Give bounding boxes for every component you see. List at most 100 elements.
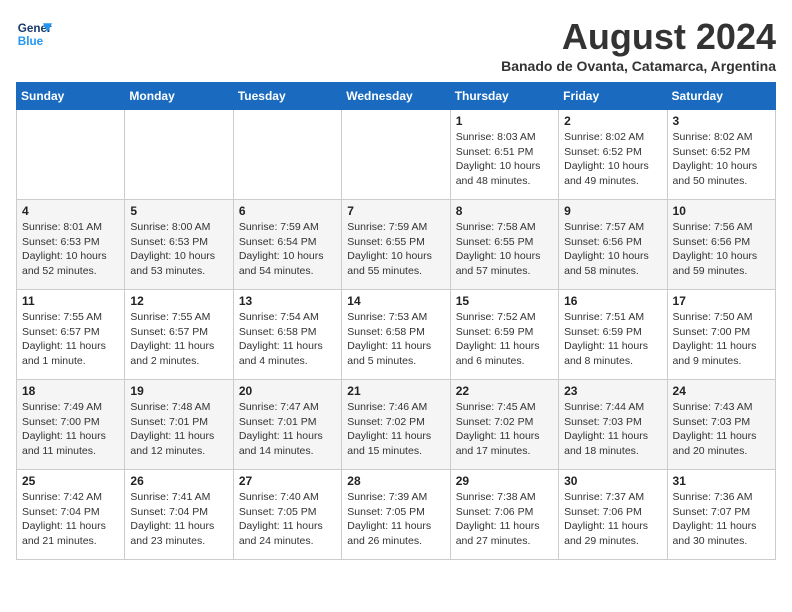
day-info: Sunrise: 7:38 AM Sunset: 7:06 PM Dayligh… (456, 490, 553, 549)
header-saturday: Saturday (667, 83, 775, 110)
sunrise-text: Sunrise: 7:55 AM (130, 311, 210, 323)
header-thursday: Thursday (450, 83, 558, 110)
day-number: 5 (130, 204, 227, 218)
daylight-text: Daylight: 11 hours and 12 minutes. (130, 430, 214, 457)
sunset-text: Sunset: 6:57 PM (130, 326, 208, 338)
sunrise-text: Sunrise: 7:58 AM (456, 221, 536, 233)
day-info: Sunrise: 7:55 AM Sunset: 6:57 PM Dayligh… (130, 310, 227, 369)
sunrise-text: Sunrise: 7:53 AM (347, 311, 427, 323)
day-number: 13 (239, 294, 336, 308)
daylight-text: Daylight: 11 hours and 6 minutes. (456, 340, 540, 367)
day-info: Sunrise: 7:59 AM Sunset: 6:54 PM Dayligh… (239, 220, 336, 279)
calendar-cell: 15 Sunrise: 7:52 AM Sunset: 6:59 PM Dayl… (450, 290, 558, 380)
sunrise-text: Sunrise: 7:59 AM (347, 221, 427, 233)
day-info: Sunrise: 8:02 AM Sunset: 6:52 PM Dayligh… (673, 130, 770, 189)
day-info: Sunrise: 7:58 AM Sunset: 6:55 PM Dayligh… (456, 220, 553, 279)
sunset-text: Sunset: 7:05 PM (347, 506, 425, 518)
calendar-cell: 12 Sunrise: 7:55 AM Sunset: 6:57 PM Dayl… (125, 290, 233, 380)
week-row-3: 11 Sunrise: 7:55 AM Sunset: 6:57 PM Dayl… (17, 290, 776, 380)
calendar-cell: 6 Sunrise: 7:59 AM Sunset: 6:54 PM Dayli… (233, 200, 341, 290)
calendar-cell: 11 Sunrise: 7:55 AM Sunset: 6:57 PM Dayl… (17, 290, 125, 380)
svg-text:Blue: Blue (18, 35, 44, 48)
daylight-text: Daylight: 10 hours and 53 minutes. (130, 250, 215, 277)
month-year-title: August 2024 (501, 16, 776, 58)
day-number: 28 (347, 474, 444, 488)
sunset-text: Sunset: 7:07 PM (673, 506, 751, 518)
sunset-text: Sunset: 6:53 PM (22, 236, 100, 248)
day-number: 9 (564, 204, 661, 218)
sunrise-text: Sunrise: 7:56 AM (673, 221, 753, 233)
sunrise-text: Sunrise: 7:57 AM (564, 221, 644, 233)
calendar-cell (125, 110, 233, 200)
sunset-text: Sunset: 6:51 PM (456, 146, 534, 158)
sunrise-text: Sunrise: 8:00 AM (130, 221, 210, 233)
week-row-1: 1 Sunrise: 8:03 AM Sunset: 6:51 PM Dayli… (17, 110, 776, 200)
week-row-5: 25 Sunrise: 7:42 AM Sunset: 7:04 PM Dayl… (17, 470, 776, 560)
day-info: Sunrise: 7:44 AM Sunset: 7:03 PM Dayligh… (564, 400, 661, 459)
calendar-cell (17, 110, 125, 200)
daylight-text: Daylight: 11 hours and 5 minutes. (347, 340, 431, 367)
daylight-text: Daylight: 10 hours and 49 minutes. (564, 160, 649, 187)
daylight-text: Daylight: 11 hours and 14 minutes. (239, 430, 323, 457)
daylight-text: Daylight: 11 hours and 9 minutes. (673, 340, 757, 367)
sunrise-text: Sunrise: 8:02 AM (673, 131, 753, 143)
page-header: General Blue August 2024 Banado de Ovant… (16, 16, 776, 74)
day-info: Sunrise: 7:50 AM Sunset: 7:00 PM Dayligh… (673, 310, 770, 369)
day-number: 25 (22, 474, 119, 488)
sunrise-text: Sunrise: 7:45 AM (456, 401, 536, 413)
day-number: 26 (130, 474, 227, 488)
sunrise-text: Sunrise: 7:55 AM (22, 311, 102, 323)
day-info: Sunrise: 7:43 AM Sunset: 7:03 PM Dayligh… (673, 400, 770, 459)
sunset-text: Sunset: 6:52 PM (673, 146, 751, 158)
daylight-text: Daylight: 11 hours and 23 minutes. (130, 520, 214, 547)
sunset-text: Sunset: 7:02 PM (347, 416, 425, 428)
day-number: 4 (22, 204, 119, 218)
calendar-cell: 9 Sunrise: 7:57 AM Sunset: 6:56 PM Dayli… (559, 200, 667, 290)
daylight-text: Daylight: 11 hours and 4 minutes. (239, 340, 323, 367)
daylight-text: Daylight: 11 hours and 18 minutes. (564, 430, 648, 457)
day-number: 21 (347, 384, 444, 398)
calendar-cell: 30 Sunrise: 7:37 AM Sunset: 7:06 PM Dayl… (559, 470, 667, 560)
sunset-text: Sunset: 6:56 PM (673, 236, 751, 248)
calendar-cell: 2 Sunrise: 8:02 AM Sunset: 6:52 PM Dayli… (559, 110, 667, 200)
day-info: Sunrise: 8:03 AM Sunset: 6:51 PM Dayligh… (456, 130, 553, 189)
sunset-text: Sunset: 6:54 PM (239, 236, 317, 248)
day-info: Sunrise: 7:49 AM Sunset: 7:00 PM Dayligh… (22, 400, 119, 459)
calendar-cell: 13 Sunrise: 7:54 AM Sunset: 6:58 PM Dayl… (233, 290, 341, 380)
daylight-text: Daylight: 11 hours and 2 minutes. (130, 340, 214, 367)
sunrise-text: Sunrise: 7:48 AM (130, 401, 210, 413)
day-number: 6 (239, 204, 336, 218)
sunrise-text: Sunrise: 8:03 AM (456, 131, 536, 143)
daylight-text: Daylight: 11 hours and 11 minutes. (22, 430, 106, 457)
day-number: 27 (239, 474, 336, 488)
sunrise-text: Sunrise: 7:49 AM (22, 401, 102, 413)
calendar-header-row: SundayMondayTuesdayWednesdayThursdayFrid… (17, 83, 776, 110)
day-info: Sunrise: 7:51 AM Sunset: 6:59 PM Dayligh… (564, 310, 661, 369)
calendar-cell: 1 Sunrise: 8:03 AM Sunset: 6:51 PM Dayli… (450, 110, 558, 200)
calendar-cell: 10 Sunrise: 7:56 AM Sunset: 6:56 PM Dayl… (667, 200, 775, 290)
day-info: Sunrise: 7:36 AM Sunset: 7:07 PM Dayligh… (673, 490, 770, 549)
day-number: 1 (456, 114, 553, 128)
calendar-cell: 8 Sunrise: 7:58 AM Sunset: 6:55 PM Dayli… (450, 200, 558, 290)
daylight-text: Daylight: 11 hours and 8 minutes. (564, 340, 648, 367)
sunrise-text: Sunrise: 8:02 AM (564, 131, 644, 143)
sunset-text: Sunset: 6:58 PM (239, 326, 317, 338)
day-number: 7 (347, 204, 444, 218)
sunrise-text: Sunrise: 7:41 AM (130, 491, 210, 503)
day-number: 30 (564, 474, 661, 488)
day-number: 29 (456, 474, 553, 488)
day-info: Sunrise: 7:41 AM Sunset: 7:04 PM Dayligh… (130, 490, 227, 549)
sunrise-text: Sunrise: 7:47 AM (239, 401, 319, 413)
header-monday: Monday (125, 83, 233, 110)
sunset-text: Sunset: 7:04 PM (130, 506, 208, 518)
daylight-text: Daylight: 10 hours and 57 minutes. (456, 250, 541, 277)
day-number: 22 (456, 384, 553, 398)
calendar-cell: 18 Sunrise: 7:49 AM Sunset: 7:00 PM Dayl… (17, 380, 125, 470)
day-info: Sunrise: 7:37 AM Sunset: 7:06 PM Dayligh… (564, 490, 661, 549)
day-number: 19 (130, 384, 227, 398)
calendar-cell: 31 Sunrise: 7:36 AM Sunset: 7:07 PM Dayl… (667, 470, 775, 560)
sunset-text: Sunset: 7:04 PM (22, 506, 100, 518)
sunset-text: Sunset: 7:00 PM (22, 416, 100, 428)
calendar-cell: 20 Sunrise: 7:47 AM Sunset: 7:01 PM Dayl… (233, 380, 341, 470)
daylight-text: Daylight: 11 hours and 27 minutes. (456, 520, 540, 547)
